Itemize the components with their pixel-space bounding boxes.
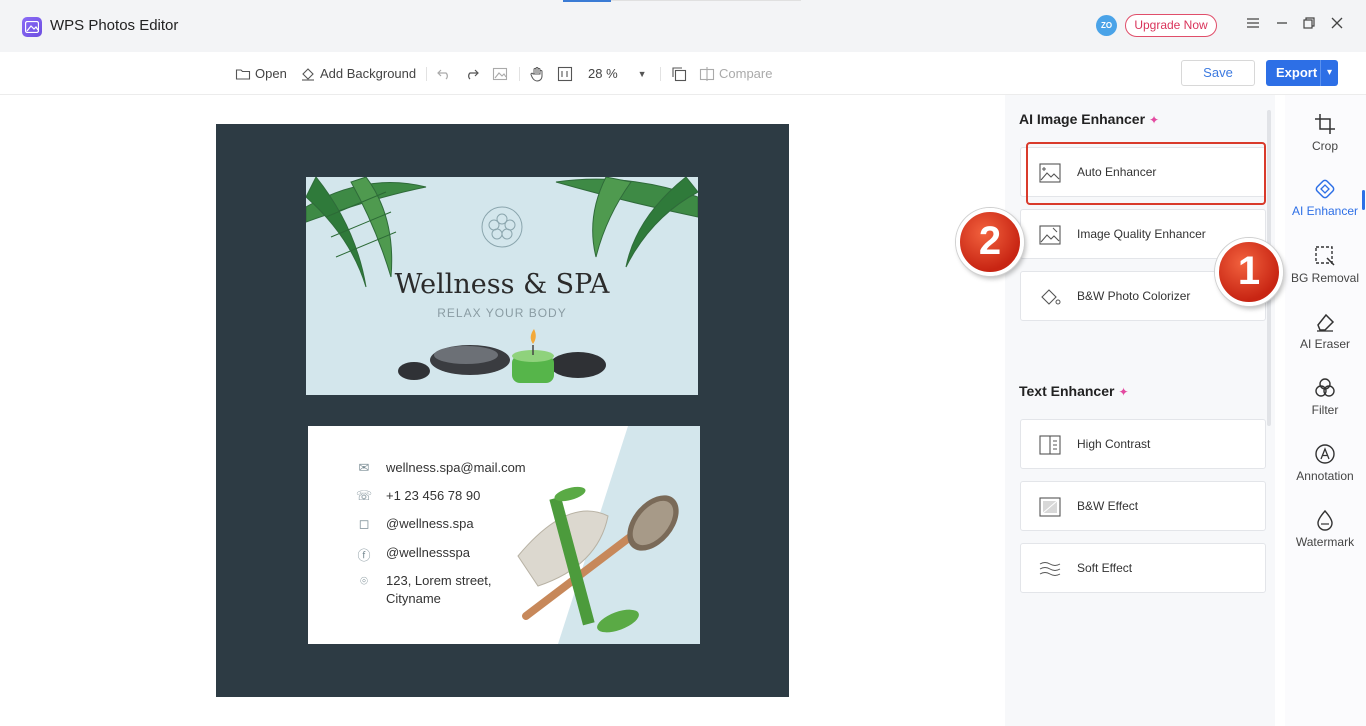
email-text: wellness.spa@mail.com bbox=[386, 460, 526, 475]
instagram-icon: ◻ bbox=[358, 516, 370, 531]
contact-instagram: ◻ @wellness.spa bbox=[354, 516, 474, 534]
ai-enhancer-icon bbox=[1315, 179, 1335, 199]
mail-icon: ✉ bbox=[358, 460, 370, 475]
phone-text: +1 23 456 78 90 bbox=[386, 488, 481, 503]
tab-divider bbox=[611, 0, 801, 1]
text-enhancer-heading: Text Enhancer ✦ bbox=[1019, 383, 1129, 399]
rail-item-watermark[interactable]: Watermark bbox=[1286, 509, 1364, 549]
close-icon[interactable] bbox=[1327, 15, 1347, 35]
rail-item-ai-enhancer[interactable]: AI Enhancer bbox=[1286, 178, 1364, 218]
rail-item-crop[interactable]: Crop bbox=[1286, 113, 1364, 153]
contact-address: ⌾ 123, Lorem street, Cityname bbox=[354, 573, 492, 606]
rail-item-annotation[interactable]: Annotation bbox=[1286, 443, 1364, 483]
annotation-icon bbox=[1315, 444, 1335, 464]
compare-icon bbox=[699, 67, 715, 81]
chevron-down-icon: ▼ bbox=[637, 69, 647, 79]
eraser-icon bbox=[1317, 313, 1335, 332]
address-line2: Cityname bbox=[386, 591, 441, 606]
rail-item-filter[interactable]: Filter bbox=[1286, 377, 1364, 417]
bw-effect-label: B&W Effect bbox=[1077, 499, 1139, 513]
menu-icon[interactable] bbox=[1243, 15, 1263, 35]
redo-icon[interactable] bbox=[464, 64, 480, 84]
open-button[interactable]: Open bbox=[235, 64, 287, 84]
toolbar: Open Add Background 28 % ▼ Compare bbox=[0, 52, 1366, 95]
chevron-down-icon[interactable]: ▾ bbox=[1320, 60, 1338, 86]
sparkle-icon: ✦ bbox=[1118, 385, 1129, 399]
facebook-text: @wellnessspa bbox=[386, 545, 471, 560]
undo-icon[interactable] bbox=[436, 64, 452, 84]
export-button[interactable]: Export ▾ bbox=[1266, 60, 1338, 86]
toolbar-divider bbox=[660, 67, 661, 81]
business-card-front: Wellness & SPA RELAX YOUR BODY bbox=[306, 177, 698, 395]
high-contrast-icon bbox=[1039, 435, 1061, 455]
step-2-badge: 2 bbox=[956, 208, 1024, 276]
rail-item-bg-removal[interactable]: BG Removal bbox=[1286, 245, 1364, 285]
contact-email: ✉ wellness.spa@mail.com bbox=[354, 460, 526, 478]
export-label: Export bbox=[1276, 65, 1318, 80]
filter-icon bbox=[1315, 378, 1335, 397]
bw-photo-colorizer-label: B&W Photo Colorizer bbox=[1077, 289, 1191, 303]
instagram-text: @wellness.spa bbox=[386, 516, 474, 531]
ai-image-enhancer-heading: AI Image Enhancer ✦ bbox=[1019, 111, 1160, 127]
contact-facebook: ⓕ @wellnessspa bbox=[354, 545, 470, 563]
restore-icon[interactable] bbox=[1299, 15, 1319, 35]
open-label: Open bbox=[255, 66, 287, 81]
color-bucket-icon bbox=[1041, 289, 1061, 305]
app-title: WPS Photos Editor bbox=[50, 17, 179, 34]
phone-icon: ☏ bbox=[355, 488, 373, 503]
bw-effect-icon bbox=[1039, 497, 1061, 517]
soft-effect-button[interactable]: Soft Effect bbox=[1020, 543, 1266, 593]
card-subtitle: RELAX YOUR BODY bbox=[437, 306, 567, 320]
card-title: Wellness & SPA bbox=[394, 269, 610, 300]
copy-icon[interactable] bbox=[671, 64, 687, 84]
auto-enhancer-highlight bbox=[1026, 142, 1266, 205]
paint-bucket-icon bbox=[302, 68, 314, 81]
contact-phone: ☏ +1 23 456 78 90 bbox=[354, 488, 480, 506]
add-background-label: Add Background bbox=[320, 66, 417, 81]
compare-button[interactable]: Compare bbox=[699, 64, 772, 84]
save-button[interactable]: Save bbox=[1181, 60, 1255, 86]
high-contrast-label: High Contrast bbox=[1077, 437, 1151, 451]
toolbar-divider bbox=[426, 67, 427, 81]
address-line1: 123, Lorem street, bbox=[386, 573, 492, 588]
soft-effect-icon bbox=[1039, 562, 1061, 576]
compare-label: Compare bbox=[719, 66, 773, 81]
hand-tool-icon[interactable] bbox=[529, 64, 545, 84]
minimize-icon[interactable] bbox=[1272, 15, 1292, 35]
image-icon[interactable] bbox=[492, 64, 508, 84]
folder-icon bbox=[235, 69, 251, 80]
facebook-icon: ⓕ bbox=[357, 548, 371, 563]
upgrade-now-button[interactable]: Upgrade Now bbox=[1125, 14, 1217, 37]
sparkle-icon: ✦ bbox=[1149, 113, 1160, 127]
location-pin-icon: ⌾ bbox=[360, 573, 368, 588]
crop-icon bbox=[1315, 114, 1335, 134]
toolbar-divider bbox=[519, 67, 520, 81]
bg-removal-icon bbox=[1315, 246, 1335, 266]
watermark-icon bbox=[1317, 509, 1333, 531]
actual-size-icon[interactable] bbox=[557, 64, 573, 84]
image-quality-enhancer-label: Image Quality Enhancer bbox=[1077, 227, 1206, 241]
rail-item-ai-eraser[interactable]: AI Eraser bbox=[1286, 311, 1364, 351]
bw-effect-button[interactable]: B&W Effect bbox=[1020, 481, 1266, 531]
high-contrast-button[interactable]: High Contrast bbox=[1020, 419, 1266, 469]
image-quality-icon bbox=[1039, 225, 1061, 245]
tab-indicator bbox=[563, 0, 611, 2]
soft-effect-label: Soft Effect bbox=[1077, 561, 1133, 575]
zoom-value: 28 % bbox=[588, 66, 618, 81]
step-1-badge: 1 bbox=[1215, 238, 1283, 306]
title-bar: WPS Photos Editor ZO Upgrade Now bbox=[0, 0, 1366, 52]
business-card-back: ✉ wellness.spa@mail.com ☏ +1 23 456 78 9… bbox=[308, 426, 700, 644]
app-logo-icon bbox=[22, 17, 42, 37]
zoom-level-select[interactable]: 28 % ▼ bbox=[588, 64, 647, 84]
user-avatar[interactable]: ZO bbox=[1096, 15, 1117, 36]
flower-logo-icon bbox=[481, 206, 523, 248]
add-background-button[interactable]: Add Background bbox=[300, 64, 416, 84]
